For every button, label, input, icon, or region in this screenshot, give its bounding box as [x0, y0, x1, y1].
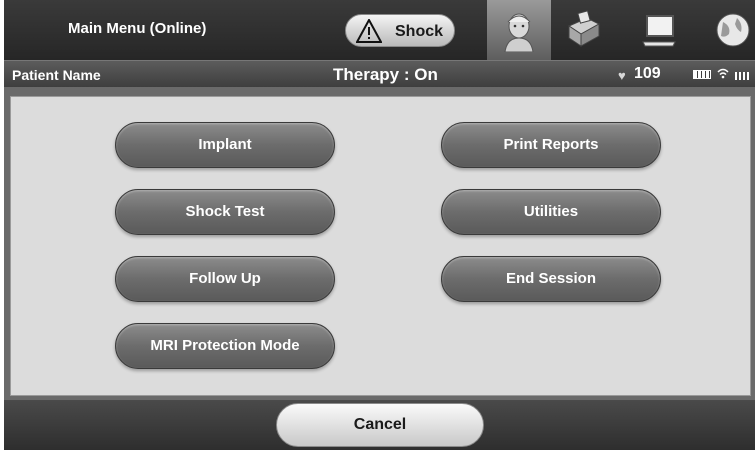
programmer-device-tile[interactable] [551, 0, 615, 60]
main-menu-panel: Implant Shock Test Follow Up MRI Protect… [10, 96, 751, 396]
end-session-button[interactable]: End Session [441, 256, 661, 302]
cancel-button[interactable]: Cancel [276, 403, 484, 447]
nurse-avatar-tile[interactable] [487, 0, 551, 60]
patient-name: Patient Name [12, 67, 101, 83]
bottom-bar: Cancel [4, 400, 755, 450]
follow-up-button[interactable]: Follow Up [115, 256, 335, 302]
utilities-button[interactable]: Utilities [441, 189, 661, 235]
battery-icon [693, 70, 711, 79]
shock-label: Shock [395, 23, 444, 40]
mri-protection-mode-button[interactable]: MRI Protection Mode [115, 323, 335, 369]
warning-icon [356, 19, 382, 43]
app-screen: Main Menu (Online) Shock Patient Name Th… [4, 0, 755, 450]
wireless-icon [717, 68, 729, 79]
programmer-device-icon [567, 10, 601, 47]
globe-icon [716, 13, 750, 47]
laptop-tile[interactable] [627, 0, 691, 60]
nurse-avatar-icon [504, 13, 534, 52]
heart-icon: ♥ [618, 68, 626, 83]
shock-test-button[interactable]: Shock Test [115, 189, 335, 235]
globe-tile[interactable] [699, 0, 755, 60]
menu-title: Main Menu (Online) [68, 20, 207, 37]
therapy-status: Therapy : On [333, 65, 438, 84]
print-reports-button[interactable]: Print Reports [441, 122, 661, 168]
status-bar: Patient Name Therapy : On ♥ 109 [4, 60, 755, 87]
top-bar: Main Menu (Online) Shock [4, 0, 755, 60]
laptop-icon [642, 15, 676, 47]
implant-button[interactable]: Implant [115, 122, 335, 168]
shock-button[interactable]: Shock [345, 14, 455, 47]
heart-rate-value: 109 [634, 65, 661, 82]
signal-strength-icon [735, 72, 749, 80]
